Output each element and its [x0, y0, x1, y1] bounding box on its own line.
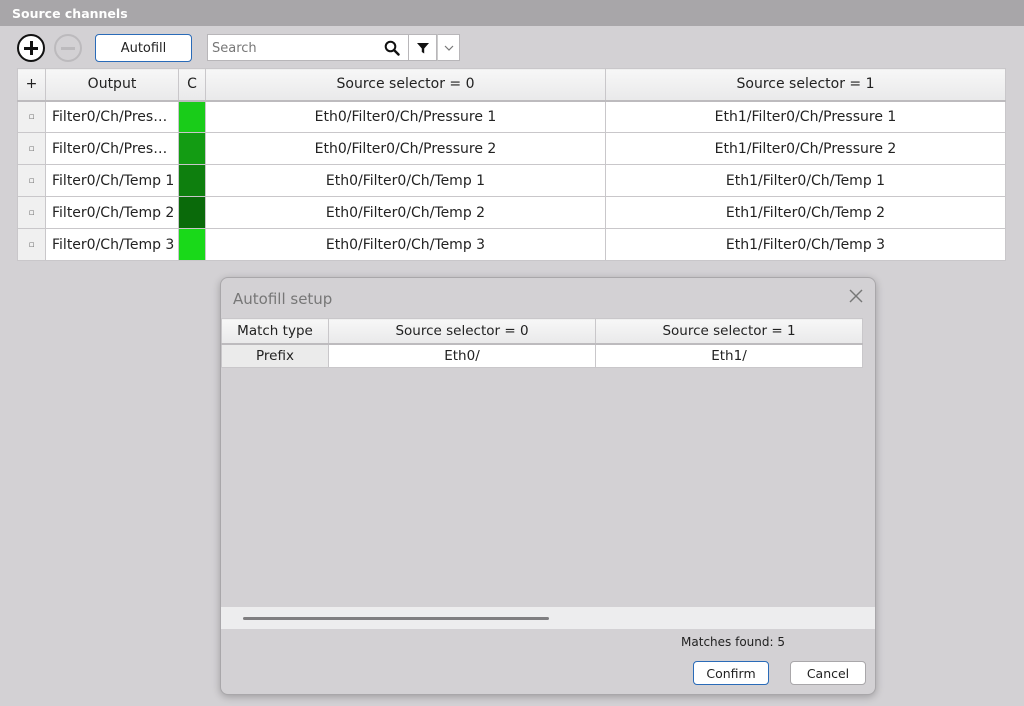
source-channels-table: + Output C Source selector = 0 Source se… [17, 68, 1006, 261]
row-handle[interactable]: ▫ [17, 100, 46, 133]
plus-circle-icon-stroke [29, 41, 33, 55]
color-swatch[interactable] [178, 100, 206, 133]
table-row[interactable]: ▫ Filter0/Ch/Temp 3 Eth0/Filter0/Ch/Temp… [17, 228, 1006, 261]
table-row[interactable]: ▫ Filter0/Ch/Temp 2 Eth0/Filter0/Ch/Temp… [17, 196, 1006, 229]
minus-circle-icon [61, 46, 75, 50]
search-icon[interactable] [384, 40, 400, 56]
row-handle[interactable]: ▫ [17, 164, 46, 197]
filter-dropdown-button[interactable] [437, 34, 460, 61]
output-cell[interactable]: Filter0/Ch/Pres… [45, 132, 179, 165]
dialog-title: Autofill setup [233, 290, 333, 308]
source-selector-0-cell[interactable]: Eth0/Filter0/Ch/Temp 2 [205, 196, 606, 229]
source-selector-1-cell[interactable]: Eth1/Filter0/Ch/Temp 2 [605, 196, 1006, 229]
source-selector-0-cell[interactable]: Eth0/ [328, 343, 596, 368]
chevron-down-icon [444, 45, 453, 51]
matches-found-text: Matches found: 5 [681, 635, 785, 649]
window-title: Source channels [0, 0, 1024, 26]
output-cell[interactable]: Filter0/Ch/Temp 2 [45, 196, 179, 229]
search-input[interactable] [212, 39, 382, 57]
source-selector-1-cell[interactable]: Eth1/Filter0/Ch/Pressure 1 [605, 100, 1006, 133]
column-header-output[interactable]: Output [45, 68, 179, 102]
scrollbar-thumb[interactable] [243, 617, 549, 620]
column-header-source-selector-0[interactable]: Source selector = 0 [328, 318, 596, 345]
source-selector-0-cell[interactable]: Eth0/Filter0/Ch/Pressure 1 [205, 100, 606, 133]
column-header-match-type[interactable]: Match type [221, 318, 329, 345]
output-cell[interactable]: Filter0/Ch/Pres… [45, 100, 179, 133]
confirm-button[interactable]: Confirm [693, 661, 769, 685]
output-cell[interactable]: Filter0/Ch/Temp 1 [45, 164, 179, 197]
table-row[interactable]: ▫ Filter0/Ch/Pres… Eth0/Filter0/Ch/Press… [17, 100, 1006, 133]
source-selector-1-cell[interactable]: Eth1/Filter0/Ch/Temp 3 [605, 228, 1006, 261]
output-cell[interactable]: Filter0/Ch/Temp 3 [45, 228, 179, 261]
match-type-cell[interactable]: Prefix [221, 343, 329, 368]
remove-channel-button[interactable] [54, 34, 82, 62]
column-header-source-selector-1[interactable]: Source selector = 1 [595, 318, 863, 345]
autofill-button[interactable]: Autofill [95, 34, 192, 62]
color-swatch[interactable] [178, 164, 206, 197]
source-selector-1-cell[interactable]: Eth1/ [595, 343, 863, 368]
color-swatch[interactable] [178, 132, 206, 165]
column-header-add[interactable]: + [17, 68, 46, 102]
row-handle[interactable]: ▫ [17, 196, 46, 229]
horizontal-scrollbar[interactable] [221, 607, 875, 629]
color-swatch[interactable] [178, 228, 206, 261]
close-icon[interactable] [849, 289, 863, 303]
source-selector-0-cell[interactable]: Eth0/Filter0/Ch/Temp 1 [205, 164, 606, 197]
column-header-source-selector-0[interactable]: Source selector = 0 [205, 68, 606, 102]
autofill-setup-dialog: Autofill setup Match type Source selecto… [220, 277, 876, 695]
search-box [207, 34, 409, 61]
cancel-button[interactable]: Cancel [790, 661, 866, 685]
table-row[interactable]: ▫ Filter0/Ch/Temp 1 Eth0/Filter0/Ch/Temp… [17, 164, 1006, 197]
source-selector-1-cell[interactable]: Eth1/Filter0/Ch/Temp 1 [605, 164, 1006, 197]
table-row[interactable]: ▫ Filter0/Ch/Pres… Eth0/Filter0/Ch/Press… [17, 132, 1006, 165]
row-handle[interactable]: ▫ [17, 132, 46, 165]
match-rules-table: Match type Source selector = 0 Source se… [221, 318, 863, 368]
source-selector-0-cell[interactable]: Eth0/Filter0/Ch/Pressure 2 [205, 132, 606, 165]
filter-button[interactable] [409, 34, 437, 61]
table-row[interactable]: Prefix Eth0/ Eth1/ [221, 343, 863, 368]
source-selector-1-cell[interactable]: Eth1/Filter0/Ch/Pressure 2 [605, 132, 1006, 165]
toolbar: Autofill [0, 32, 1024, 64]
source-selector-0-cell[interactable]: Eth0/Filter0/Ch/Temp 3 [205, 228, 606, 261]
add-channel-button[interactable] [17, 34, 45, 62]
filter-icon [416, 42, 429, 53]
color-swatch[interactable] [178, 196, 206, 229]
row-handle[interactable]: ▫ [17, 228, 46, 261]
column-header-color[interactable]: C [178, 68, 206, 102]
column-header-source-selector-1[interactable]: Source selector = 1 [605, 68, 1006, 102]
